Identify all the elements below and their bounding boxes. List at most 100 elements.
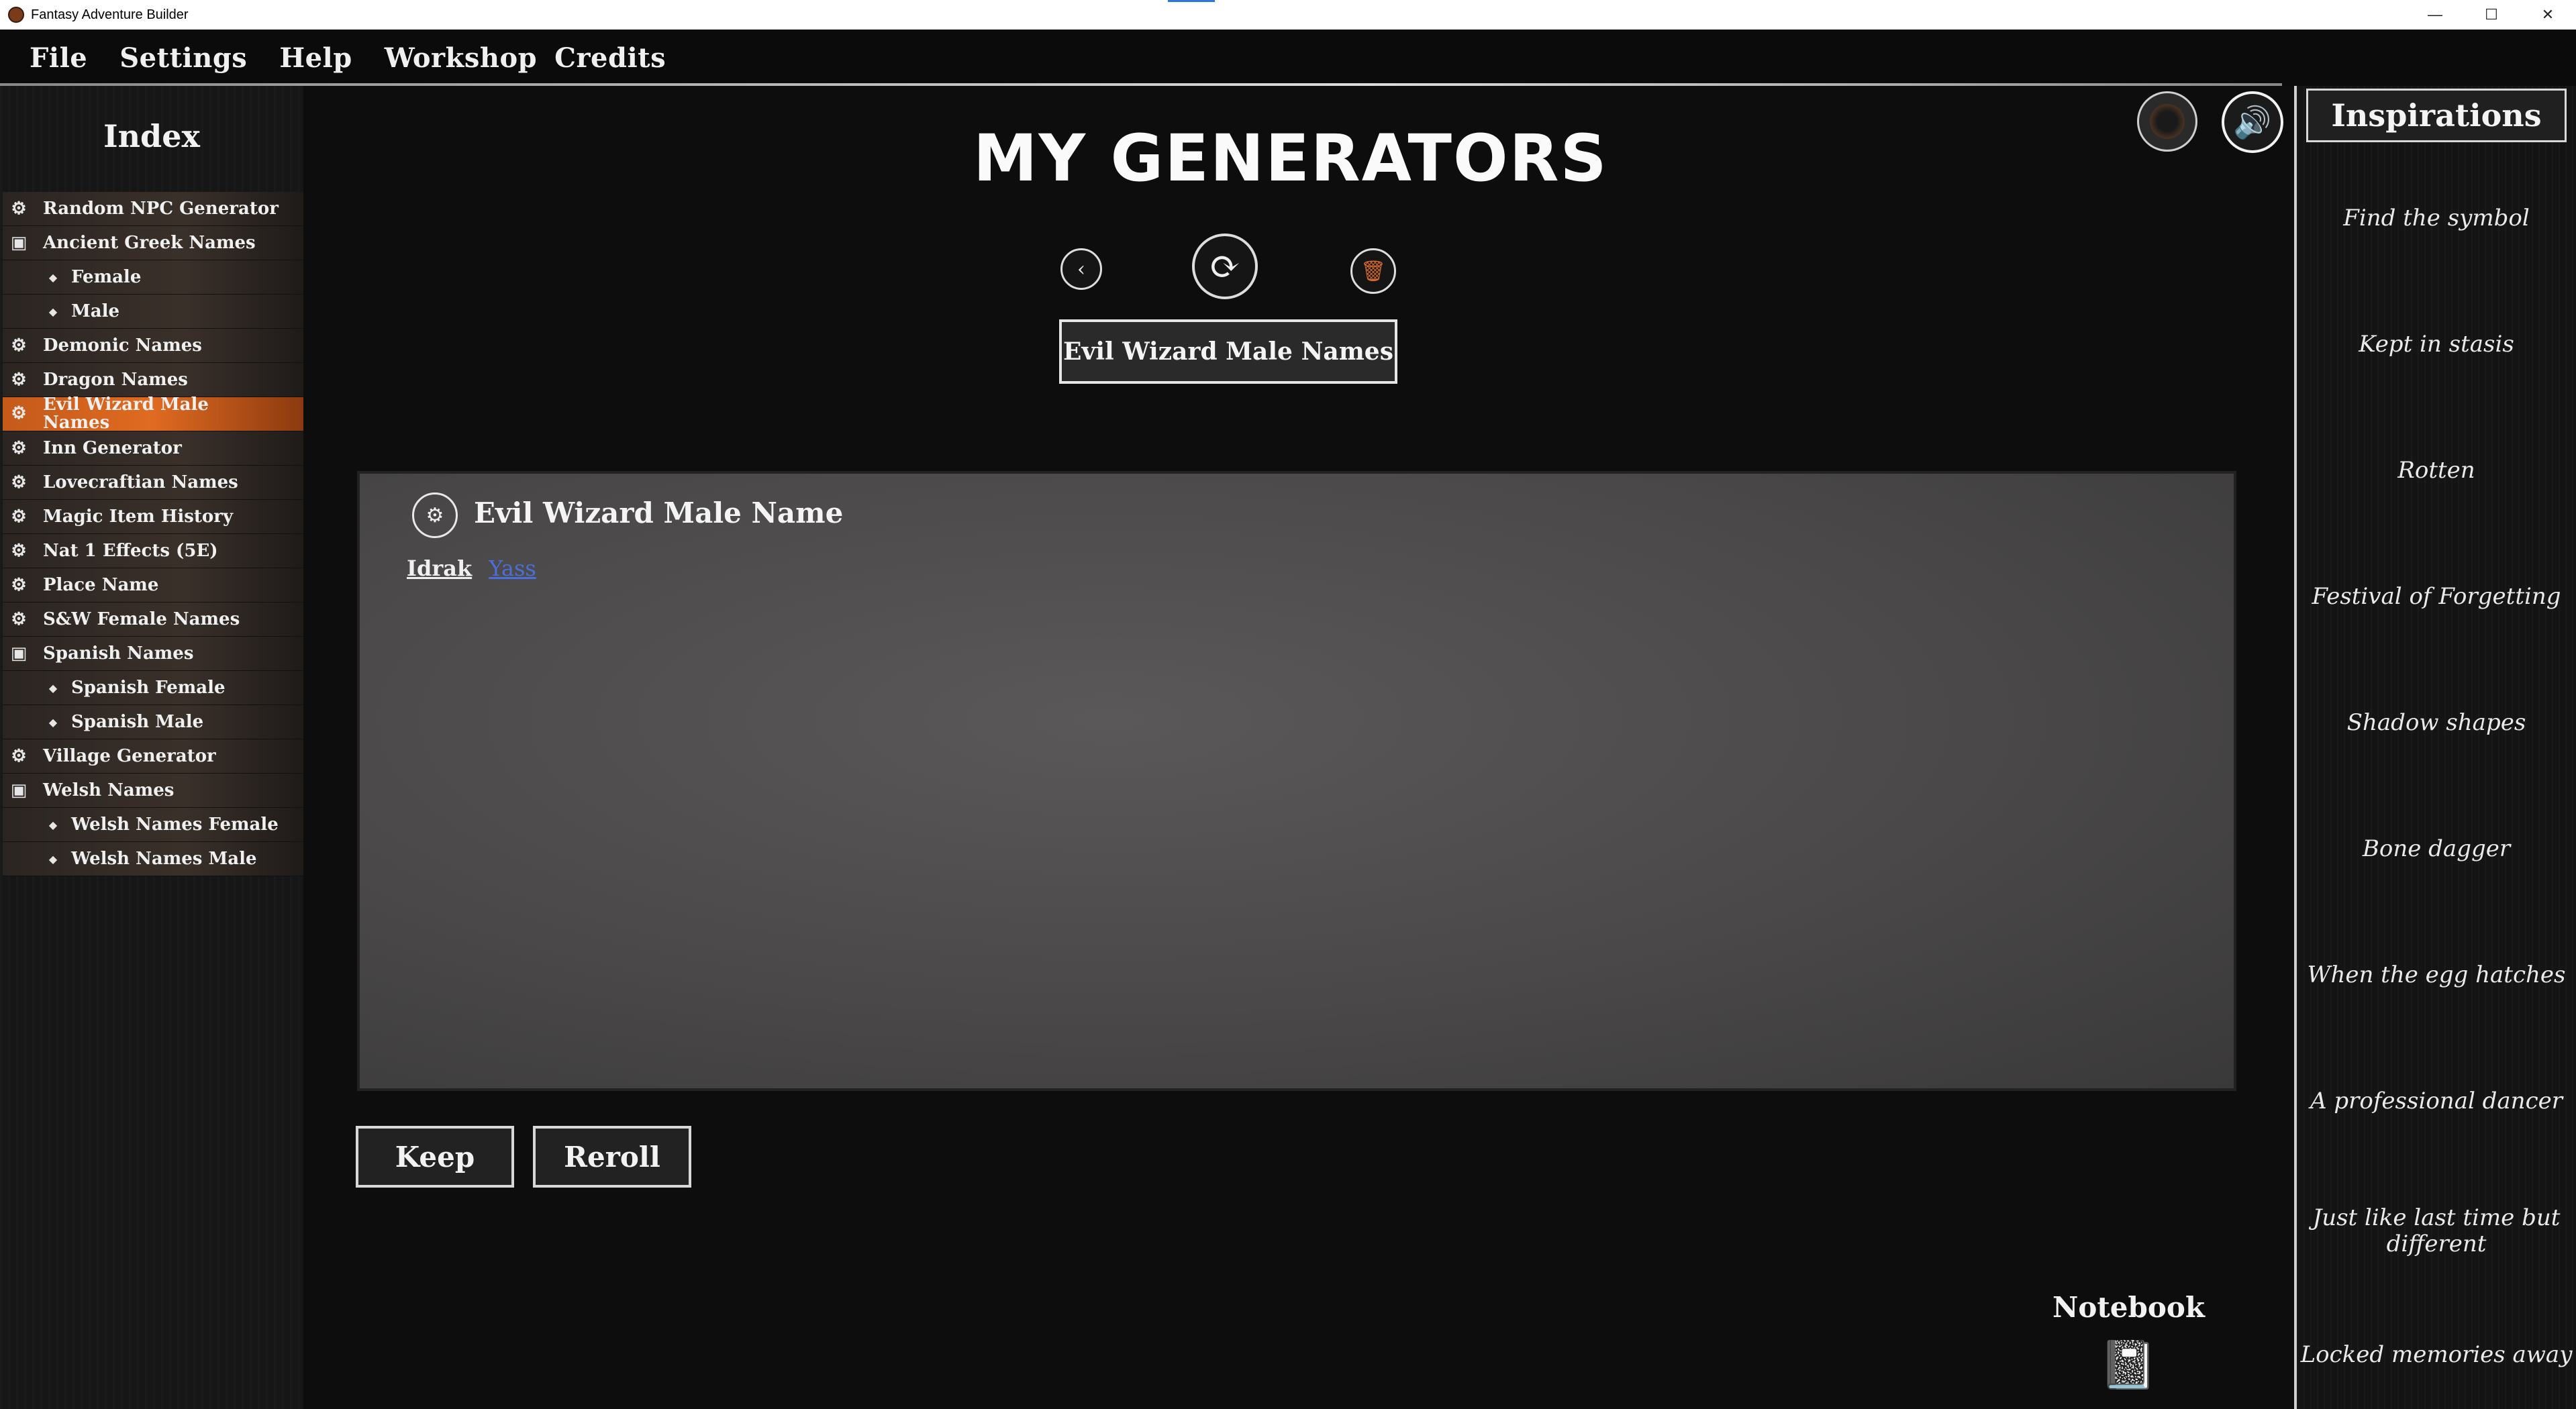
sidebar-item-label: Random NPC Generator (43, 199, 279, 219)
sidebar-item[interactable]: ◆ Welsh Names Female (3, 808, 303, 842)
menu-workshop[interactable]: Workshop (385, 42, 537, 74)
window-controls: — ☐ ✕ (2407, 0, 2576, 30)
sidebar-item-label: Welsh Names Female (71, 815, 279, 835)
output-title: Evil Wizard Male Name (474, 497, 844, 529)
inspiration-item[interactable]: Shadow shapes (2297, 709, 2576, 736)
leaf-icon: ◆ (48, 681, 58, 694)
sidebar-item[interactable]: ⚙ Nat 1 Effects (5E) (3, 534, 303, 568)
keep-button[interactable]: Keep (356, 1126, 514, 1188)
generator-tree: ⚙ Random NPC Generator ▣ Ancient Greek Name… (3, 192, 303, 876)
menu-file[interactable]: File (30, 42, 87, 74)
sidebar-item[interactable]: ▣ Welsh Names (3, 774, 303, 808)
sidebar-item[interactable]: ⚙ Inn Generator (3, 431, 303, 466)
result-word-first[interactable]: Idrak (407, 556, 472, 581)
leaf-icon: ◆ (48, 852, 58, 866)
sidebar-item[interactable]: ▣ Ancient Greek Names (3, 226, 303, 260)
sidebar-item[interactable]: ◆ Welsh Names Male (3, 842, 303, 876)
inspiration-item[interactable]: When the egg hatches (2297, 961, 2576, 988)
menu-settings[interactable]: Settings (119, 42, 247, 74)
menu-credits[interactable]: Credits (554, 42, 666, 74)
gear-icon: ⚙ (11, 438, 27, 458)
folder-icon: ▣ (10, 780, 28, 800)
inspiration-item[interactable]: Just like last time but different (2297, 1204, 2576, 1257)
sidebar-item-label: Welsh Names Male (71, 849, 257, 869)
inspirations-panel: Inspirations Find the symbol Kept in stas… (2294, 86, 2576, 1409)
minimize-button[interactable]: — (2407, 0, 2463, 30)
sidebar-item[interactable]: ⚙ Village Generator (3, 739, 303, 774)
maximize-button[interactable]: ☐ (2463, 0, 2520, 30)
titlebar-accent (1168, 0, 1215, 2)
sidebar-item-label: Spanish Names (43, 643, 194, 664)
folder-icon: ▣ (10, 643, 28, 664)
gear-icon: ⚙ (11, 507, 27, 527)
refresh-icon: ⟳ (1209, 244, 1241, 289)
sidebar-item[interactable]: ◆ Spanish Male (3, 705, 303, 739)
sidebar-item[interactable]: ⚙ Dragon Names (3, 363, 303, 397)
sidebar-item[interactable]: ◆ Spanish Female (3, 671, 303, 705)
close-button[interactable]: ✕ (2520, 0, 2576, 30)
leaf-icon: ◆ (48, 270, 58, 284)
inspirations-title: Inspirations (2306, 89, 2567, 142)
sidebar-item-label: Inn Generator (43, 438, 182, 458)
delete-button[interactable]: 🗑 (1350, 248, 1396, 294)
sidebar-item[interactable]: ▣ Spanish Names (3, 637, 303, 671)
sidebar-item-label: Dragon Names (43, 370, 188, 390)
speaker-icon: 🔊 (2233, 103, 2272, 140)
chevron-left-icon: ‹ (1077, 257, 1085, 281)
sidebar-item-label: S&W Female Names (43, 609, 240, 629)
inspiration-item[interactable]: Rotten (2297, 457, 2576, 484)
generator-name-label: Evil Wizard Male Names (1059, 319, 1397, 384)
sidebar-item[interactable]: ◆ Female (3, 260, 303, 295)
sidebar-item-label: Village Generator (43, 746, 216, 766)
sidebar-item-label: Nat 1 Effects (5E) (43, 541, 218, 561)
sidebar-item-label: Lovecraftian Names (43, 472, 238, 492)
leaf-icon: ◆ (48, 305, 58, 318)
sidebar-item[interactable]: ⚙ Random NPC Generator (3, 192, 303, 226)
leaf-icon: ◆ (48, 818, 58, 831)
inspiration-item[interactable]: Kept in stasis (2297, 331, 2576, 358)
notebook-label: Notebook (2052, 1291, 2206, 1324)
generated-result: Idrak Yass (407, 556, 536, 581)
sidebar-item-label: Place Name (43, 575, 159, 595)
sound-button[interactable]: 🔊 (2222, 91, 2283, 153)
inspiration-item[interactable]: Locked memories away (2297, 1341, 2576, 1368)
generator-icon: ⚙ (412, 492, 458, 538)
sidebar-item[interactable]: ⚙ Demonic Names (3, 329, 303, 363)
gear-icon: ⚙ (11, 541, 27, 561)
inspiration-item[interactable]: A professional dancer (2297, 1088, 2576, 1114)
trash-icon: 🗑 (1360, 259, 1387, 283)
inspiration-item[interactable]: Find the symbol (2297, 205, 2576, 231)
menu-underline (0, 83, 2282, 86)
gear-icon: ⚙ (11, 746, 27, 766)
sidebar-item[interactable]: ⚙ S&W Female Names (3, 603, 303, 637)
notebook-icon[interactable]: 📓 (2087, 1335, 2169, 1394)
sidebar-item-label: Spanish Male (71, 712, 204, 732)
sidebar-item[interactable]: ⚙ Lovecraftian Names (3, 466, 303, 500)
gear-icon: ⚙ (11, 575, 27, 595)
gear-icon: ⚙ (11, 335, 27, 356)
sidebar-item-label: Spanish Female (71, 678, 226, 698)
refresh-button[interactable]: ⟳ (1192, 233, 1258, 299)
app-icon (8, 7, 24, 23)
sidebar-item-label: Evil Wizard Male Names (43, 394, 209, 433)
sidebar-item-label: Female (71, 267, 142, 287)
index-title: Index (103, 118, 200, 154)
sidebar-item[interactable]: ⚙ Place Name (3, 568, 303, 603)
sidebar-item[interactable]: ◆ Male (3, 295, 303, 329)
inspiration-item[interactable]: Bone dagger (2297, 835, 2576, 862)
folder-icon: ▣ (10, 233, 28, 253)
sidebar-item-label: Male (71, 301, 120, 321)
menu-help[interactable]: Help (279, 42, 352, 74)
back-button[interactable]: ‹ (1060, 248, 1102, 290)
gear-icon: ⚙ (11, 472, 27, 492)
gear-icon: ⚙ (11, 370, 27, 390)
inspiration-item[interactable]: Festival of Forgetting (2297, 583, 2576, 610)
sidebar-item[interactable]: ⚙ Evil Wizard Male Names (3, 394, 303, 433)
leaf-icon: ◆ (48, 715, 58, 729)
sidebar-item-label: Demonic Names (43, 335, 202, 356)
reroll-button[interactable]: Reroll (533, 1126, 691, 1188)
result-word-second[interactable]: Yass (489, 556, 536, 581)
sidebar-item-label: Welsh Names (43, 780, 175, 800)
sidebar-item[interactable]: ⚙ Magic Item History (3, 500, 303, 534)
record-button[interactable] (2137, 91, 2197, 152)
